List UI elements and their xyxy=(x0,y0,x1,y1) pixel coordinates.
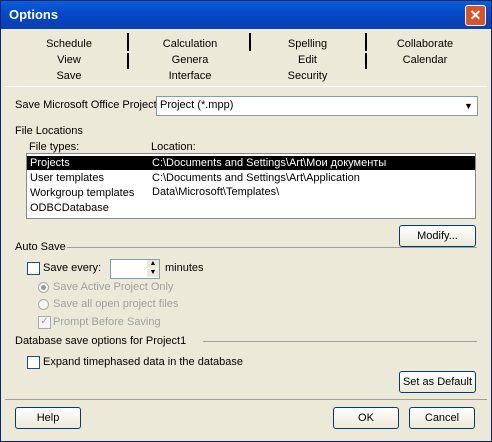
modify-button[interactable]: Modify... xyxy=(399,225,476,247)
minutes-label: minutes xyxy=(165,262,204,274)
file-locations-heading: File Locations xyxy=(15,125,83,137)
tab-spelling[interactable]: Spelling xyxy=(255,36,360,52)
chevron-down-icon[interactable]: ▼ xyxy=(461,98,476,114)
tab-divider xyxy=(365,33,367,51)
tab-general[interactable]: Genera xyxy=(135,52,245,68)
tab-edit[interactable]: Edit xyxy=(255,52,360,68)
tab-security[interactable]: Security xyxy=(255,68,360,84)
database-heading: Database save options for Project1 xyxy=(15,335,187,347)
list-item[interactable]: ODBCDatabase xyxy=(27,201,475,215)
title-bar[interactable]: Options ✕ xyxy=(1,1,491,29)
save-format-value: Project (*.mpp) xyxy=(160,99,234,111)
save-format-select[interactable]: Project (*.mpp) ▼ xyxy=(156,96,478,116)
divider xyxy=(67,247,477,248)
save-format-label: Save Microsoft Office Project xyxy=(15,99,157,111)
file-type: Projects xyxy=(30,157,70,169)
tab-schedule[interactable]: Schedule xyxy=(19,36,119,52)
window-title: Options xyxy=(9,7,59,22)
set-default-button[interactable]: Set as Default xyxy=(399,371,476,393)
ok-button[interactable]: OK xyxy=(333,407,399,429)
tab-baseline xyxy=(5,86,487,87)
save-all-radio[interactable] xyxy=(38,299,49,310)
spin-up-icon[interactable]: ▲ xyxy=(147,260,159,268)
tab-divider xyxy=(249,33,251,51)
tab-save[interactable]: Save xyxy=(19,68,119,84)
tab-collaborate[interactable]: Collaborate xyxy=(370,36,480,52)
save-all-label: Save all open project files xyxy=(53,298,179,310)
divider xyxy=(203,341,477,342)
expand-timephased-checkbox[interactable] xyxy=(27,356,40,369)
file-type: User templates xyxy=(30,172,104,184)
divider xyxy=(5,399,487,400)
cancel-button[interactable]: Cancel xyxy=(409,407,475,429)
file-type: ODBCDatabase xyxy=(30,202,109,214)
file-type: Workgroup templates xyxy=(30,187,135,199)
auto-save-heading: Auto Save xyxy=(15,241,66,253)
save-active-label: Save Active Project Only xyxy=(53,281,174,293)
close-icon[interactable]: ✕ xyxy=(465,5,486,26)
col-location: Location: xyxy=(151,141,196,153)
save-active-radio[interactable] xyxy=(38,282,49,293)
prompt-label: Prompt Before Saving xyxy=(53,316,161,328)
help-button[interactable]: Help xyxy=(15,407,81,429)
tab-interface[interactable]: Interface xyxy=(135,68,245,84)
file-locations-list[interactable]: Projects C:\Documents and Settings\Art\М… xyxy=(26,153,476,219)
tab-divider xyxy=(127,33,129,51)
minutes-spinner[interactable]: ▲ ▼ xyxy=(110,259,160,279)
tab-view[interactable]: View xyxy=(19,52,119,68)
file-location: C:\Documents and Settings\Art\Мои докуме… xyxy=(152,157,387,169)
tab-calculation[interactable]: Calculation xyxy=(135,36,245,52)
spin-down-icon[interactable]: ▼ xyxy=(147,269,159,277)
list-item[interactable]: Projects C:\Documents and Settings\Art\М… xyxy=(27,156,475,170)
prompt-checkbox[interactable]: ✓ xyxy=(38,316,51,329)
tab-calendar[interactable]: Calendar xyxy=(370,52,480,68)
tab-divider xyxy=(365,53,367,69)
list-item[interactable]: User templates C:\Documents and Settings… xyxy=(27,171,475,198)
save-every-label: Save every: xyxy=(43,262,102,274)
col-file-types: File types: xyxy=(29,141,80,153)
expand-timephased-label: Expand timephased data in the database xyxy=(43,356,243,368)
list-item[interactable]: Workgroup templates xyxy=(27,186,475,200)
options-dialog: Options ✕ Schedule Calculation Spelling … xyxy=(0,0,492,442)
tab-divider xyxy=(127,53,129,69)
save-every-checkbox[interactable] xyxy=(27,262,40,275)
tab-strip: Schedule Calculation Spelling Collaborat… xyxy=(5,31,487,86)
radio-dot xyxy=(41,285,46,290)
